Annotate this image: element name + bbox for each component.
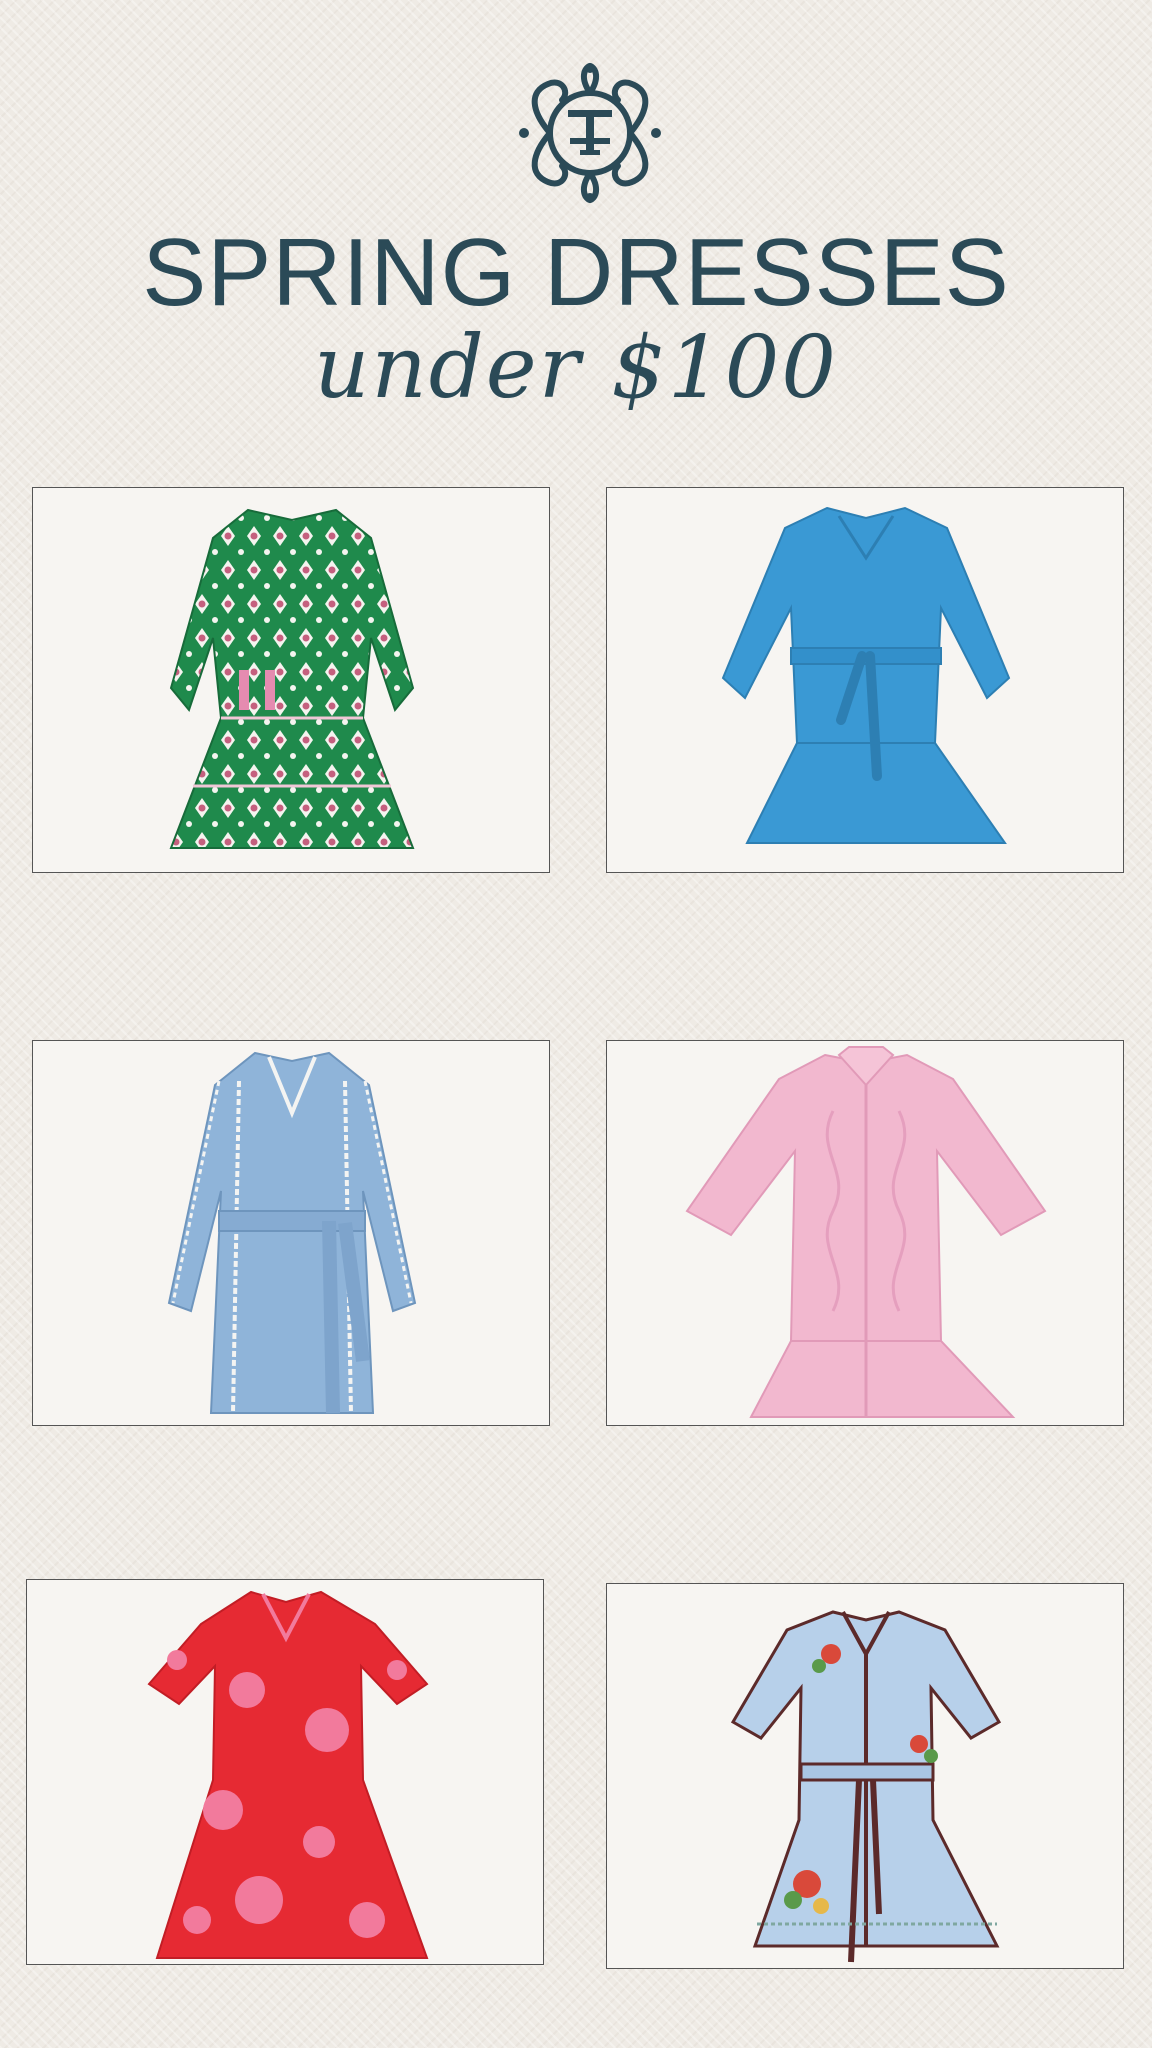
pink-embroidered-shirt-dress-icon — [685, 1046, 1047, 1418]
page-title: SPRING DRESSES — [142, 219, 1010, 326]
blue-belted-tiered-dress-icon — [721, 506, 1011, 844]
light-blue-embroidered-shirt-dress-icon — [730, 1610, 1002, 1963]
product-card-red-dress[interactable] — [26, 1579, 544, 1965]
product-card-blue-dress[interactable] — [606, 487, 1124, 873]
brand-logo — [514, 62, 666, 204]
chambray-belted-dress-icon — [167, 1051, 417, 1414]
product-card-green-dress[interactable] — [32, 487, 550, 873]
red-floral-dress-icon — [147, 1590, 429, 1959]
green-floral-tiered-dress-icon — [169, 508, 415, 849]
tt-monogram-crest-icon — [519, 62, 661, 204]
product-card-chambray-dress[interactable] — [32, 1040, 550, 1426]
page-subtitle: under $100 — [313, 318, 839, 418]
product-card-pink-dress[interactable] — [606, 1040, 1124, 1426]
product-card-light-blue-dress[interactable] — [606, 1583, 1124, 1969]
